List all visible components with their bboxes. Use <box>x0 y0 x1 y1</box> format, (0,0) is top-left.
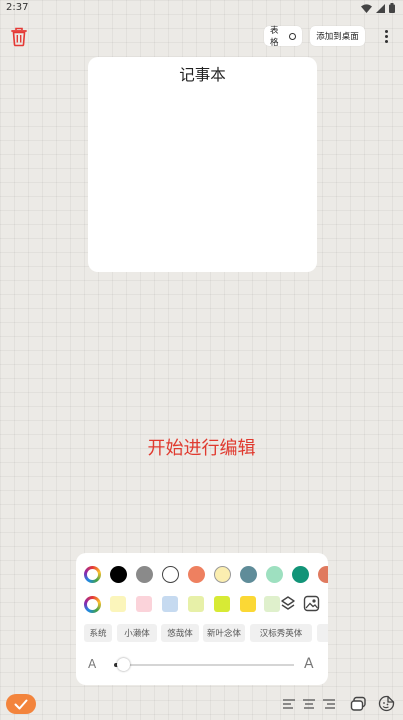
font-option[interactable]: 汉标秀英体 <box>250 624 312 642</box>
status-icons <box>361 3 395 13</box>
font-option[interactable]: 小濑体 <box>117 624 157 642</box>
background-color-swatch[interactable] <box>188 596 204 612</box>
add-to-desktop-button[interactable]: 添加到桌面 <box>310 26 365 46</box>
font-size-slider-knob[interactable] <box>116 658 130 671</box>
background-color-swatch[interactable] <box>110 596 126 612</box>
font-size-large-label: A <box>304 656 314 672</box>
text-color-swatch[interactable] <box>162 566 179 583</box>
custom-background-color-picker[interactable] <box>84 596 101 613</box>
status-time: 2:37 <box>6 2 29 13</box>
note-card[interactable]: 记事本 <box>88 57 317 272</box>
layers-stack-icon[interactable] <box>350 696 367 712</box>
status-bar: 2:37 <box>0 0 403 18</box>
table-button[interactable]: 表格 <box>264 26 302 48</box>
custom-text-color-picker[interactable] <box>84 566 101 583</box>
font-selector-row: 系统 小濑体 悠哉体 新叶念体 汉标秀英体 <box>76 623 328 645</box>
font-option[interactable]: 系统 <box>84 624 112 642</box>
note-title[interactable]: 记事本 <box>88 63 317 85</box>
wifi-icon <box>361 3 372 13</box>
text-color-swatch[interactable] <box>240 566 257 583</box>
checkmark-icon <box>14 699 28 709</box>
text-color-swatch[interactable] <box>292 566 309 583</box>
battery-icon <box>389 3 395 13</box>
text-color-swatch[interactable] <box>266 566 283 583</box>
edit-hint: 开始进行编辑 <box>147 438 256 459</box>
top-toolbar: 表格 添加到桌面 <box>0 24 403 50</box>
font-option-partial[interactable] <box>317 624 328 642</box>
bottom-toolbar <box>0 694 403 716</box>
add-to-desktop-label: 添加到桌面 <box>316 32 359 42</box>
align-center-icon[interactable] <box>301 697 317 711</box>
background-color-swatch[interactable] <box>264 596 280 612</box>
background-color-swatch[interactable] <box>240 596 256 612</box>
background-color-row <box>76 593 328 617</box>
font-option[interactable]: 悠哉体 <box>161 624 199 642</box>
font-size-small-label: A <box>88 657 97 671</box>
font-option[interactable]: 新叶念体 <box>203 624 245 642</box>
trash-icon[interactable] <box>10 27 28 47</box>
circle-icon <box>289 32 296 40</box>
more-options-icon[interactable] <box>381 28 391 46</box>
sticker-icon[interactable] <box>378 695 395 712</box>
text-color-swatch[interactable] <box>110 566 127 583</box>
font-size-slider-row: A A <box>76 654 328 676</box>
text-color-swatch[interactable] <box>136 566 153 583</box>
background-color-swatch[interactable] <box>162 596 178 612</box>
signal-icon <box>376 3 385 13</box>
background-color-swatch[interactable] <box>136 596 152 612</box>
text-color-swatch[interactable] <box>318 566 328 583</box>
format-panel: 系统 小濑体 悠哉体 新叶念体 汉标秀英体 A A <box>76 553 328 685</box>
align-left-icon[interactable] <box>281 697 297 711</box>
background-color-swatch[interactable] <box>214 596 230 612</box>
table-button-label: 表格 <box>270 26 279 48</box>
font-size-track[interactable] <box>114 664 294 666</box>
image-icon[interactable] <box>303 595 320 612</box>
align-right-icon[interactable] <box>321 697 337 711</box>
done-button[interactable] <box>6 694 36 714</box>
text-color-row <box>76 563 328 587</box>
layers-icon[interactable] <box>280 595 296 613</box>
text-color-swatch[interactable] <box>214 566 231 583</box>
text-color-swatch[interactable] <box>188 566 205 583</box>
